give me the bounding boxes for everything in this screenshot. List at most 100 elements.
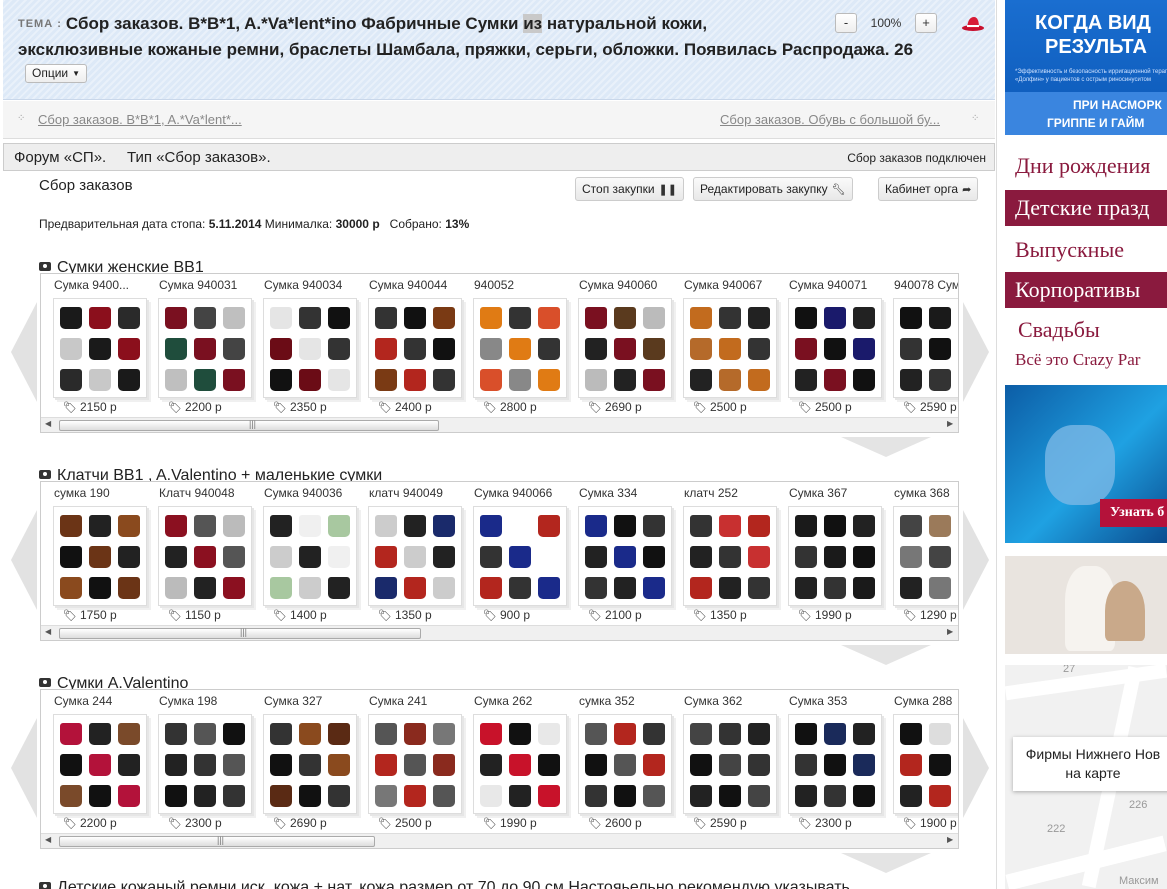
product-card[interactable]: Сумка 940044 🏷︎ 2400 р: [356, 274, 462, 416]
edit-purchase-button[interactable]: Редактировать закупку 🔧︎: [693, 177, 853, 201]
product-thumbnail[interactable]: [473, 714, 567, 814]
product-thumbnail[interactable]: [473, 298, 567, 398]
product-name[interactable]: 940052: [474, 278, 566, 292]
scrollbar-thumb[interactable]: |||: [59, 835, 375, 847]
product-thumbnail[interactable]: [788, 506, 882, 606]
product-card[interactable]: 940078 Сумка 🏷︎2590 р: [881, 274, 958, 416]
product-card[interactable]: Сумка 940036 🏷︎ 1400 р: [251, 482, 357, 624]
product-thumbnail[interactable]: [893, 298, 958, 398]
product-name[interactable]: сумка 352: [579, 694, 671, 708]
product-name[interactable]: Сумка 9400...: [54, 278, 146, 292]
product-name[interactable]: Сумка 198: [159, 694, 251, 708]
ad-learn-more-button[interactable]: Узнать б: [1100, 499, 1167, 527]
ad-banner-photo[interactable]: Узнать б: [1005, 385, 1167, 543]
product-card[interactable]: клатч 940049 🏷︎ 1350 р: [356, 482, 462, 624]
ad-banner-medicine[interactable]: КОГДА ВИД РЕЗУЛЬТА *Эффективность и безо…: [1005, 0, 1167, 135]
map-caption[interactable]: Фирмы Нижнего Нов на карте: [1013, 737, 1167, 791]
product-card[interactable]: Сумка 327 🏷︎ 2690 р: [251, 690, 357, 832]
product-thumbnail[interactable]: [263, 506, 357, 606]
product-thumbnail[interactable]: [158, 298, 252, 398]
product-card[interactable]: Сумка 940066 🏷︎ 900 р: [461, 482, 567, 624]
hat-icon[interactable]: [961, 13, 985, 33]
product-thumbnail[interactable]: [473, 506, 567, 606]
scroll-left-icon[interactable]: ◀: [45, 835, 51, 844]
product-name[interactable]: Сумка 367: [789, 486, 881, 500]
ad-banner-wedding[interactable]: [1005, 556, 1167, 654]
expand-section-arrow[interactable]: [841, 437, 931, 457]
product-name[interactable]: Сумка 940060: [579, 278, 671, 292]
ad-map-widget[interactable]: 27 226 222 Максим Фирмы Нижнего Нов на к…: [1005, 665, 1167, 889]
product-card[interactable]: Сумка 940071 🏷︎ 2500 р: [776, 274, 882, 416]
product-card[interactable]: Сумка 362 🏷︎ 2590 р: [671, 690, 777, 832]
product-name[interactable]: клатч 252: [684, 486, 776, 500]
product-name[interactable]: Сумка 362: [684, 694, 776, 708]
product-name[interactable]: Сумка 940036: [264, 486, 356, 500]
product-thumbnail[interactable]: [53, 506, 147, 606]
product-thumbnail[interactable]: [158, 714, 252, 814]
product-name[interactable]: 940078 Сумка: [894, 278, 958, 292]
product-card[interactable]: Сумка 940067 🏷︎ 2500 р: [671, 274, 777, 416]
product-card[interactable]: сумка 352 🏷︎ 2600 р: [566, 690, 672, 832]
organizer-cabinet-button[interactable]: Кабинет орга ➦: [878, 177, 979, 201]
product-thumbnail[interactable]: [683, 298, 777, 398]
product-card[interactable]: Сумка 9400... 🏷︎ 2150 р: [41, 274, 147, 416]
product-card[interactable]: Сумка 353 🏷︎ 2300 р: [776, 690, 882, 832]
product-card[interactable]: Сумка 244 🏷︎ 2200 р: [41, 690, 147, 832]
zoom-in-button[interactable]: +: [915, 13, 937, 33]
section-title[interactable]: Детские кожаный ремни иск. кожа + нат. к…: [39, 879, 850, 889]
product-thumbnail[interactable]: [788, 298, 882, 398]
carousel-scrollbar[interactable]: ◀ ||| ▶: [41, 625, 958, 640]
product-name[interactable]: Сумка 241: [369, 694, 461, 708]
product-card[interactable]: Сумка 334 🏷︎ 2100 р: [566, 482, 672, 624]
product-thumbnail[interactable]: [578, 714, 672, 814]
product-card[interactable]: Клатч 940048 🏷︎ 1150 р: [146, 482, 252, 624]
product-card[interactable]: Сумка 198 🏷︎ 2300 р: [146, 690, 252, 832]
product-card[interactable]: Сумка 262 🏷︎ 1990 р: [461, 690, 567, 832]
product-name[interactable]: Сумка 940044: [369, 278, 461, 292]
product-name[interactable]: Сумка 940066: [474, 486, 566, 500]
expand-section-arrow[interactable]: [841, 853, 931, 873]
product-card[interactable]: Сумка 241 🏷︎ 2500 р: [356, 690, 462, 832]
product-name[interactable]: Сумка 244: [54, 694, 146, 708]
product-name[interactable]: Сумка 262: [474, 694, 566, 708]
scroll-left-icon[interactable]: ◀: [45, 419, 51, 428]
product-name[interactable]: Сумка 940071: [789, 278, 881, 292]
product-name[interactable]: Сумка 940031: [159, 278, 251, 292]
options-dropdown[interactable]: Опции ▼: [25, 64, 88, 83]
product-thumbnail[interactable]: [263, 714, 357, 814]
scroll-right-icon[interactable]: ▶: [947, 835, 953, 844]
product-card[interactable]: Сумка 940034 🏷︎ 2350 р: [251, 274, 357, 416]
product-card[interactable]: Сумка 940031 🏷︎ 2200 р: [146, 274, 252, 416]
prev-topic-link[interactable]: Сбор заказов. B*B*1, A.*Va*lent*...: [38, 112, 242, 127]
carousel-prev-arrow[interactable]: [11, 302, 37, 402]
product-thumbnail[interactable]: [578, 298, 672, 398]
carousel-scrollbar[interactable]: ◀ ||| ▶: [41, 833, 958, 848]
product-name[interactable]: Сумка 334: [579, 486, 671, 500]
product-thumbnail[interactable]: [893, 506, 958, 606]
carousel-next-arrow[interactable]: [963, 302, 989, 402]
carousel-scrollbar[interactable]: ◀ ||| ▶: [41, 417, 958, 432]
product-name[interactable]: Сумка 327: [264, 694, 356, 708]
product-thumbnail[interactable]: [578, 506, 672, 606]
carousel-prev-arrow[interactable]: [11, 510, 37, 610]
stop-purchase-button[interactable]: Стоп закупки ❚❚: [575, 177, 684, 201]
product-card[interactable]: Сумка 940060 🏷︎ 2690 р: [566, 274, 672, 416]
product-name[interactable]: сумка 368: [894, 486, 958, 500]
product-name[interactable]: Сумка 353: [789, 694, 881, 708]
scroll-right-icon[interactable]: ▶: [947, 419, 953, 428]
product-thumbnail[interactable]: [683, 506, 777, 606]
carousel-next-arrow[interactable]: [963, 510, 989, 610]
product-name[interactable]: Сумка 940034: [264, 278, 356, 292]
product-card[interactable]: клатч 252 🏷︎ 1350 р: [671, 482, 777, 624]
product-thumbnail[interactable]: [788, 714, 882, 814]
expand-section-arrow[interactable]: [841, 645, 931, 665]
carousel-next-arrow[interactable]: [963, 718, 989, 818]
product-name[interactable]: Клатч 940048: [159, 486, 251, 500]
product-thumbnail[interactable]: [368, 714, 462, 814]
product-card[interactable]: сумка 368 🏷︎ 1290 р: [881, 482, 958, 624]
zoom-out-button[interactable]: -: [835, 13, 857, 33]
next-topic-link[interactable]: Сбор заказов. Обувь с большой бу...: [720, 112, 940, 127]
product-name[interactable]: Сумка 288: [894, 694, 958, 708]
product-thumbnail[interactable]: [368, 298, 462, 398]
product-card[interactable]: 940052 🏷︎ 2800 р: [461, 274, 567, 416]
